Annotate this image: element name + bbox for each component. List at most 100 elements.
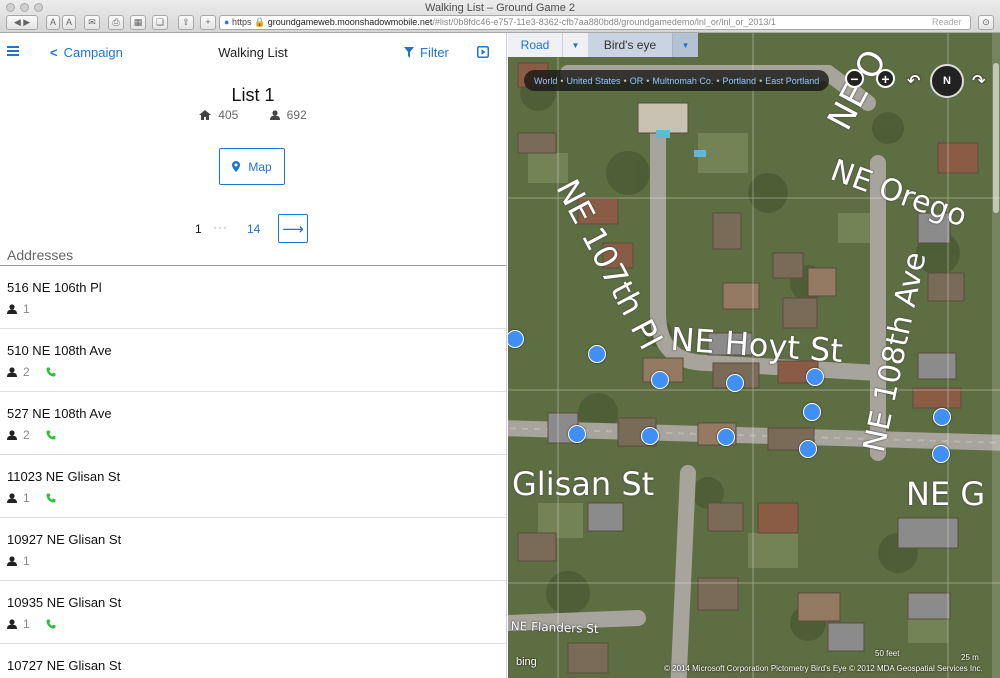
street-label-glisan: Glisan St [512,465,655,503]
person-icon [7,493,17,503]
map-type-tabs: Road ▼ Bird's eye ▼ [508,33,698,57]
address-street: 510 NE 108th Ave [7,343,112,358]
address-meta: 2 [7,428,56,442]
address-bar[interactable]: ● https 🔒 groundgameweb.moonshadowmobile… [219,15,971,30]
reader-button[interactable]: Reader [932,17,962,27]
map-pin[interactable] [588,345,606,363]
address-row[interactable]: 10727 NE Glisan St [0,644,506,678]
breadcrumb-separator: • [759,75,763,86]
map-pin[interactable] [799,440,817,458]
next-page-button[interactable]: ⟶ [278,214,308,243]
bing-logo: bing [516,656,537,668]
funnel-icon [404,47,414,58]
person-icon [7,430,17,440]
smaller-text-button[interactable]: A [46,15,60,30]
arrow-right-icon: ⟶ [282,220,304,238]
address-row[interactable]: 510 NE 108th Ave 2 [0,329,506,392]
map-scrollbar[interactable] [992,33,1000,678]
map-pin[interactable] [806,368,824,386]
share-icon[interactable]: ⇪ [178,15,194,30]
map-view[interactable]: NE O NE Orego NE 107th Pl NE Hoyt St NE … [508,33,1000,678]
tab-birds-eye[interactable]: Bird's eye [588,33,672,57]
mail-icon[interactable]: ✉ [84,15,100,30]
address-row[interactable]: 10927 NE Glisan St 1 [0,518,506,581]
address-meta: 1 [7,617,56,631]
address-meta: 1 [7,491,56,505]
page-current: 1 [195,222,202,236]
breadcrumb-item[interactable]: East Portland [765,76,819,86]
person-icon [7,619,17,629]
rotate-right-icon[interactable]: ↷ [972,71,985,91]
breadcrumb-item[interactable]: United States [567,76,621,86]
map-pin[interactable] [726,374,744,392]
address-list: 516 NE 106th Pl 1 510 NE 108th Ave 2 527 NE … [0,266,506,678]
scrollbar-thumb[interactable] [993,63,999,213]
address-meta: 2 [7,365,56,379]
person-icon [7,367,17,377]
url-host: groundgameweb.moonshadowmobile.net [267,17,433,27]
bookmarks-icon[interactable]: ❏ [152,15,168,30]
map-pin[interactable] [803,403,821,421]
person-count: 2 [23,428,30,442]
breadcrumb-separator: • [623,75,627,86]
households-stat: 405 [199,108,238,122]
breadcrumb-item[interactable]: OR [630,76,644,86]
map-pin[interactable] [717,428,735,446]
print-icon[interactable]: ⎙ [108,15,124,30]
back-forward-buttons[interactable]: ◀ ▶ [6,15,38,30]
larger-text-button[interactable]: A [62,15,76,30]
map-pin[interactable] [641,427,659,445]
person-count: 1 [23,554,30,568]
person-count: 1 [23,491,30,505]
birds-eye-dropdown-icon[interactable]: ▼ [672,33,698,57]
map-pin[interactable] [932,445,950,463]
window-title: Walking List – Ground Game 2 [425,2,575,14]
phone-icon[interactable] [46,619,56,629]
address-street: 516 NE 106th Pl [7,280,102,295]
address-street: 10935 NE Glisan St [7,595,122,610]
page-ellipsis: ··· [213,220,228,234]
map-pin[interactable] [651,371,669,389]
new-tab-button[interactable]: + [200,15,216,30]
phone-icon[interactable] [46,493,56,503]
browser-toolbar: Walking List – Ground Game 2 ◀ ▶ A A ✉ ⎙… [0,0,1000,33]
address-row[interactable]: 527 NE 108th Ave 2 [0,392,506,455]
map-breadcrumb: World • United States • OR • Multnomah Co. • Por… [524,70,830,91]
zoom-in-button[interactable]: + [876,69,895,88]
page-last-link[interactable]: 14 [247,222,260,236]
people-stat: 692 [269,108,307,122]
compass-button[interactable]: N [930,64,964,98]
filter-button[interactable]: Filter [404,45,449,60]
scale-bar-label: 50 feet [875,649,900,658]
filter-label: Filter [420,45,449,60]
map-copyright: © 2014 Microsoft Corporation Pictometry … [664,664,983,673]
breadcrumb-separator: • [560,75,564,86]
top-sites-icon[interactable]: ▦ [130,15,146,30]
tab-road[interactable]: Road [508,33,562,57]
address-row[interactable]: 516 NE 106th Pl 1 [0,266,506,329]
pagination: 1 ··· 14 ⟶ [0,214,506,244]
address-row[interactable]: 11023 NE Glisan St 1 [0,455,506,518]
person-count: 2 [23,365,30,379]
phone-icon[interactable] [46,367,56,377]
walking-list-panel: < Campaign Walking List Filter List 1 405… [0,33,507,678]
zoom-out-button[interactable]: − [845,69,864,88]
address-row[interactable]: 10935 NE Glisan St 1 [0,581,506,644]
breadcrumb-separator: • [646,75,650,86]
play-box-icon[interactable] [477,46,489,58]
breadcrumb-item[interactable]: Portland [723,76,757,86]
rotate-left-icon[interactable]: ↶ [907,71,920,91]
downloads-icon[interactable]: ⊙ [978,15,994,30]
address-street: 10727 NE Glisan St [7,658,122,673]
phone-icon[interactable] [46,430,56,440]
map-button[interactable]: Map [219,148,285,185]
road-dropdown-icon[interactable]: ▼ [562,33,588,57]
map-pin[interactable] [933,408,951,426]
breadcrumb-item[interactable]: World [534,76,557,86]
top-nav-bar: < Campaign Walking List Filter [0,33,506,73]
households-count: 405 [218,108,239,122]
breadcrumb-item[interactable]: Multnomah Co. [652,76,713,86]
lock-icon: 🔒 [253,17,266,27]
compass-label: N [943,75,951,87]
map-pin[interactable] [568,425,586,443]
